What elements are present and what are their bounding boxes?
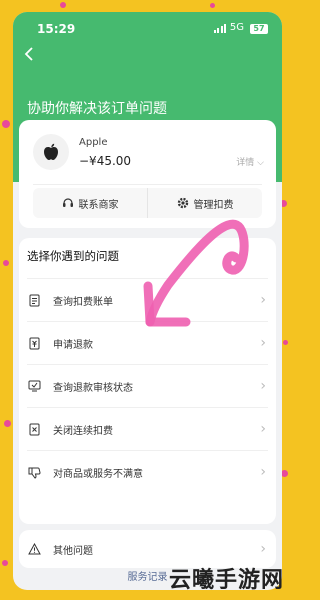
status-bar: 15:29 5G 57 [13, 20, 282, 38]
chevron-left-icon [24, 47, 33, 61]
list-item-bill[interactable]: 查询扣费账单 › [19, 279, 276, 321]
page-title: 协助你解决该订单问题 [27, 101, 167, 117]
phone-screen: 15:29 5G 57 协助你解决该订单问题 Apple −¥45.00 详情 … [13, 12, 282, 590]
list-item-label: 申请退款 [53, 339, 93, 351]
list-item-dissatisfied[interactable]: 对商品或服务不满意 › [19, 451, 276, 493]
refund-icon [27, 336, 41, 350]
chevron-right-icon: › [260, 292, 266, 308]
order-card: Apple −¥45.00 详情 ⌵ 联系商家 管理扣费 [19, 120, 276, 228]
network-type: 5G [229, 22, 244, 33]
chevron-right-icon: › [260, 464, 266, 480]
warning-icon [27, 542, 41, 556]
battery-icon: 57 [250, 24, 268, 34]
signal-icon [213, 24, 226, 33]
review-status-icon [27, 379, 41, 393]
chevron-down-icon: ⌵ [257, 158, 264, 168]
gear-icon [177, 197, 188, 209]
list-item-label: 关闭连续扣费 [53, 425, 113, 437]
list-item-stop-autopay[interactable]: 关闭连续扣费 › [19, 408, 276, 450]
list-item-label: 其他问题 [53, 545, 93, 557]
merchant-name: Apple [79, 137, 108, 148]
list-item-refund-status[interactable]: 查询退款审核状态 › [19, 365, 276, 407]
manage-deduction-button[interactable]: 管理扣费 [147, 188, 262, 218]
list-item-refund[interactable]: 申请退款 › [19, 322, 276, 364]
chevron-right-icon: › [260, 378, 266, 394]
problem-list: 选择你遇到的问题 查询扣费账单 › 申请退款 › 查询退款审核状态 › 关闭连续… [19, 238, 276, 524]
status-time: 15:29 [37, 22, 76, 36]
manage-deduction-label: 管理扣费 [193, 199, 234, 211]
chevron-right-icon: › [260, 335, 266, 351]
watermark-text: 云曦手游网 [168, 568, 284, 593]
contact-merchant-button[interactable]: 联系商家 [33, 188, 147, 218]
back-button[interactable] [23, 46, 43, 66]
card-actions: 联系商家 管理扣费 [33, 188, 262, 218]
list-item-label: 查询扣费账单 [53, 296, 113, 308]
detail-label: 详情 [236, 158, 255, 168]
chevron-right-icon: › [260, 541, 266, 557]
list-item-label: 查询退款审核状态 [53, 382, 133, 394]
list-item-label: 对商品或服务不满意 [53, 468, 143, 480]
dislike-icon [27, 465, 41, 479]
problem-list-title: 选择你遇到的问题 [27, 249, 119, 263]
detail-link[interactable]: 详情 ⌵ [236, 155, 264, 168]
apple-logo-icon [33, 134, 69, 170]
card-divider [33, 184, 262, 185]
order-amount: −¥45.00 [79, 154, 132, 168]
customer-service-icon [62, 198, 73, 207]
stop-autopay-icon [27, 422, 41, 436]
bill-icon [27, 293, 41, 307]
chevron-right-icon: › [260, 421, 266, 437]
contact-merchant-label: 联系商家 [78, 199, 119, 211]
